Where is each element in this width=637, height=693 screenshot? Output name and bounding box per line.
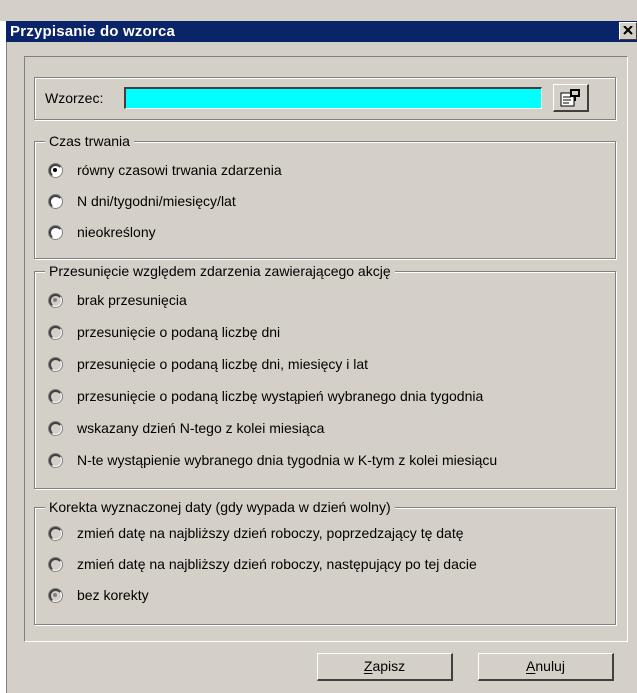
browse-wzorzec-button[interactable] bbox=[553, 84, 589, 112]
przesuniecie-group: Przesunięcie względem zdarzenia zawieraj… bbox=[34, 263, 616, 489]
radio-label: przesunięcie o podaną liczbę wystąpień w… bbox=[77, 388, 484, 404]
cancel-button[interactable]: Anuluj bbox=[478, 653, 614, 681]
przesuniecie-legend: Przesunięcie względem zdarzenia zawieraj… bbox=[45, 263, 395, 279]
radio-label: przesunięcie o podaną liczbę dni bbox=[77, 324, 281, 340]
radio-button[interactable] bbox=[49, 163, 62, 177]
radio-button[interactable] bbox=[49, 325, 62, 339]
radio-button[interactable] bbox=[49, 194, 62, 208]
radio-label: N dni/tygodni/miesięcy/lat bbox=[77, 193, 236, 209]
save-label: apisz bbox=[372, 658, 406, 674]
przesuniecie-option-1[interactable]: brak przesunięcia bbox=[49, 290, 187, 310]
czas-trwania-legend: Czas trwania bbox=[45, 133, 134, 149]
radio-label: N-te wystąpienie wybranego dnia tygodnia… bbox=[77, 452, 498, 468]
radio-label: brak przesunięcia bbox=[77, 292, 187, 308]
close-icon bbox=[623, 26, 633, 35]
radio-button[interactable] bbox=[49, 421, 62, 435]
korekta-group: Korekta wyznaczonej daty (gdy wypada w d… bbox=[34, 499, 616, 625]
cancel-label: nuluj bbox=[535, 658, 565, 674]
wzorzec-input[interactable] bbox=[124, 87, 542, 109]
radio-selected-dot bbox=[53, 167, 57, 172]
cancel-accel: A bbox=[526, 658, 536, 674]
wzorzec-group: Wzorzec: bbox=[34, 77, 616, 120]
radio-label: wskazany dzień N-tego z kolei miesiąca bbox=[77, 420, 325, 436]
main-panel: Wzorzec: Czas trwania równy czasowi trwa… bbox=[24, 56, 628, 642]
korekta-option-2[interactable]: zmień datę na najbliższy dzień roboczy, … bbox=[49, 554, 477, 574]
window-title: Przypisanie do wzorca bbox=[10, 23, 176, 40]
radio-button[interactable] bbox=[49, 588, 62, 602]
korekta-option-3[interactable]: bez korekty bbox=[49, 585, 149, 605]
korekta-option-1[interactable]: zmień datę na najbliższy dzień roboczy, … bbox=[49, 523, 464, 543]
korekta-legend: Korekta wyznaczonej daty (gdy wypada w d… bbox=[45, 499, 395, 515]
radio-button[interactable] bbox=[49, 293, 62, 307]
title-bar[interactable]: Przypisanie do wzorca bbox=[6, 21, 637, 42]
save-button[interactable]: Zapisz bbox=[317, 653, 453, 681]
przesuniecie-option-6[interactable]: N-te wystąpienie wybranego dnia tygodnia… bbox=[49, 450, 497, 470]
dialog-window: Przypisanie do wzorca Wzorzec: Czas trwa… bbox=[0, 0, 637, 693]
radio-label: zmień datę na najbliższy dzień roboczy, … bbox=[77, 525, 464, 541]
properties-icon bbox=[560, 89, 580, 107]
przesuniecie-option-4[interactable]: przesunięcie o podaną liczbę wystąpień w… bbox=[49, 386, 483, 406]
radio-label: równy czasowi trwania zdarzenia bbox=[77, 162, 282, 178]
radio-button[interactable] bbox=[49, 557, 62, 571]
radio-label: bez korekty bbox=[77, 587, 149, 603]
radio-selected-dot bbox=[53, 297, 57, 302]
radio-button[interactable] bbox=[49, 389, 62, 403]
przesuniecie-option-3[interactable]: przesunięcie o podaną liczbę dni, miesię… bbox=[49, 354, 368, 374]
czas-option-1[interactable]: równy czasowi trwania zdarzenia bbox=[49, 160, 282, 180]
radio-button[interactable] bbox=[49, 453, 62, 467]
wzorzec-label: Wzorzec: bbox=[45, 90, 104, 106]
radio-label: zmień datę na najbliższy dzień roboczy, … bbox=[77, 556, 477, 572]
przesuniecie-option-2[interactable]: przesunięcie o podaną liczbę dni bbox=[49, 322, 280, 342]
radio-button[interactable] bbox=[49, 357, 62, 371]
radio-label: nieokreślony bbox=[77, 224, 156, 240]
window-edge bbox=[0, 21, 7, 693]
close-button[interactable] bbox=[619, 22, 637, 40]
czas-option-3[interactable]: nieokreślony bbox=[49, 222, 156, 242]
czas-trwania-group: Czas trwania równy czasowi trwania zdarz… bbox=[34, 133, 616, 259]
radio-selected-dot bbox=[53, 592, 57, 597]
radio-label: przesunięcie o podaną liczbę dni, miesię… bbox=[77, 356, 369, 372]
przesuniecie-option-5[interactable]: wskazany dzień N-tego z kolei miesiąca bbox=[49, 418, 324, 438]
czas-option-2[interactable]: N dni/tygodni/miesięcy/lat bbox=[49, 191, 236, 211]
radio-button[interactable] bbox=[49, 526, 62, 540]
radio-button[interactable] bbox=[49, 225, 62, 239]
